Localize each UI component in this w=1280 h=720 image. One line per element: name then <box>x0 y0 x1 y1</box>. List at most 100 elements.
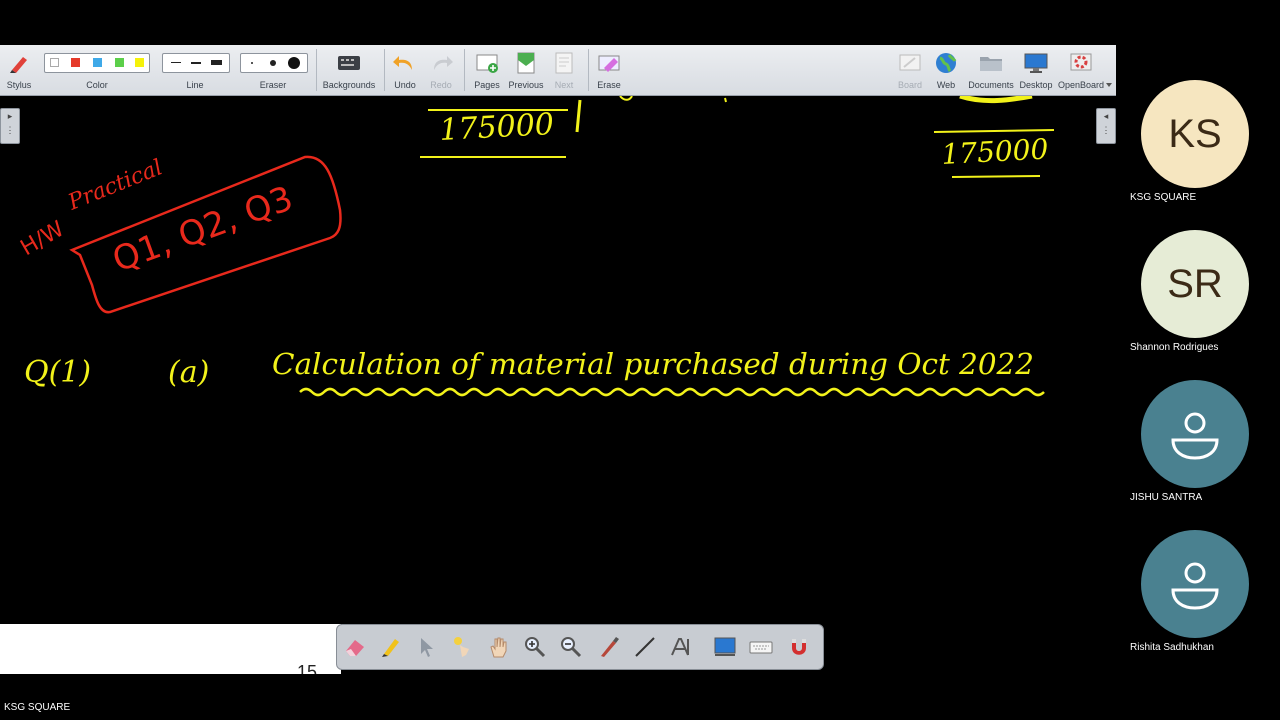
swatch-red[interactable] <box>71 58 80 67</box>
question-heading: Calculation of material purchased during… <box>272 347 1034 381</box>
avatar: KS <box>1141 80 1249 188</box>
participant-name: Rishita Sadhukhan <box>1130 642 1214 653</box>
swatch-green[interactable] <box>115 58 124 67</box>
previous-page-icon <box>517 52 535 74</box>
amount-left: 175000 <box>439 107 555 148</box>
zoom-in-icon[interactable] <box>523 635 547 659</box>
desktop-icon <box>1024 53 1048 73</box>
toolbar-divider <box>464 49 465 91</box>
swatch-yellow[interactable] <box>135 58 144 67</box>
openboard-menu-button[interactable]: OpenBoard <box>1056 45 1106 95</box>
pages-button[interactable]: Pages <box>470 45 504 95</box>
add-page-icon <box>476 54 498 73</box>
eraser-large[interactable] <box>288 57 300 69</box>
keyboard-icon[interactable] <box>749 635 773 659</box>
next-label: Next <box>554 80 574 90</box>
line-widths[interactable] <box>162 53 230 73</box>
desktop-button[interactable]: Desktop <box>1017 45 1055 95</box>
board-button[interactable]: Board <box>894 45 926 95</box>
swatch-white[interactable] <box>50 58 59 67</box>
keyboard-grid-icon <box>338 56 360 70</box>
eraser-small[interactable] <box>251 62 253 64</box>
swatch-blue[interactable] <box>93 58 102 67</box>
stylus-label: Stylus <box>6 80 32 90</box>
openboard-label: OpenBoard <box>1057 80 1105 90</box>
color-selector[interactable]: Color <box>42 45 152 95</box>
pen-icon[interactable] <box>379 635 403 659</box>
line-thin[interactable] <box>171 62 181 63</box>
homework-questions: Q1, Q2, Q3 <box>107 178 298 280</box>
gear-icon <box>1070 53 1092 71</box>
line-thick[interactable] <box>211 60 222 65</box>
color-swatches[interactable] <box>44 53 150 73</box>
tool-palette <box>336 624 824 670</box>
eraser-sizes[interactable] <box>240 53 308 73</box>
page-preview-panel <box>0 624 341 674</box>
eraser-icon[interactable] <box>343 635 367 659</box>
ink-stroke <box>619 96 633 101</box>
participant-tile[interactable]: Rishita Sadhukhan <box>1130 530 1270 660</box>
ink-stroke <box>724 97 727 103</box>
documents-label: Documents <box>968 80 1014 90</box>
person-icon <box>1171 412 1219 460</box>
next-page-icon <box>555 52 573 74</box>
toolbar-divider <box>384 49 385 91</box>
toolbar-divider <box>316 49 317 91</box>
backgrounds-label: Backgrounds <box>322 80 376 90</box>
erase-button[interactable]: Erase <box>592 45 626 95</box>
avatar: SR <box>1141 230 1249 338</box>
redo-icon <box>434 56 453 70</box>
laser-icon[interactable] <box>451 635 475 659</box>
participant-name: JISHU SANTRA <box>1130 492 1203 503</box>
participant-tile[interactable]: SR Shannon Rodrigues <box>1130 230 1270 360</box>
hand-icon[interactable] <box>487 635 511 659</box>
globe-icon <box>936 53 957 73</box>
board-toolbar: Stylus Color Line Eraser Backgrounds Und… <box>0 45 1116 96</box>
erase-label: Erase <box>597 80 621 90</box>
text-icon[interactable] <box>669 635 693 659</box>
line-label: Line <box>186 80 204 90</box>
participant-tile[interactable]: KS KSG SQUARE <box>1130 80 1270 210</box>
stylus-icon <box>10 57 27 73</box>
next-button[interactable]: Next <box>548 45 580 95</box>
redo-button[interactable]: Redo <box>426 45 456 95</box>
web-label: Web <box>936 80 956 90</box>
eraser-selector[interactable]: Eraser <box>238 45 308 95</box>
pointer-icon[interactable] <box>415 635 439 659</box>
avatar <box>1141 530 1249 638</box>
previous-button[interactable]: Previous <box>506 45 546 95</box>
whiteboard-canvas[interactable]: 175000 175000 H/W Practical Q1, Q2, Q3 Q… <box>0 96 1116 696</box>
zoom-out-icon[interactable] <box>559 635 583 659</box>
color-label: Color <box>86 80 108 90</box>
line-icon[interactable] <box>633 635 657 659</box>
question-number: Q(1) <box>24 355 91 390</box>
participant-tile[interactable]: JISHU SANTRA <box>1130 380 1270 510</box>
folder-icon <box>980 57 1002 71</box>
backgrounds-button[interactable]: Backgrounds <box>320 45 378 95</box>
line-medium[interactable] <box>191 62 201 64</box>
undo-label: Undo <box>394 80 416 90</box>
desktop-label: Desktop <box>1019 80 1053 90</box>
right-panel-toggle[interactable]: ◂ ⋮ <box>1096 108 1116 144</box>
presenter-name: KSG SQUARE <box>4 702 71 713</box>
undo-button[interactable]: Undo <box>390 45 420 95</box>
menu-dropdown-icon[interactable] <box>1106 83 1112 87</box>
wavy-underline <box>299 387 1045 397</box>
web-button[interactable]: Web <box>930 45 962 95</box>
capture-icon[interactable] <box>713 635 737 659</box>
left-panel-toggle[interactable]: ▸ ⋮ <box>0 108 20 144</box>
marker-icon[interactable] <box>597 635 621 659</box>
board-icon <box>899 54 921 71</box>
handwriting-layer: 175000 175000 H/W Practical Q1, Q2, Q3 Q… <box>17 96 1055 397</box>
undo-icon <box>393 56 412 70</box>
participant-name: Shannon Rodrigues <box>1130 342 1219 353</box>
ink-divider <box>575 99 582 133</box>
documents-button[interactable]: Documents <box>966 45 1016 95</box>
eraser-medium[interactable] <box>270 60 276 66</box>
amount-right: 175000 <box>941 132 1049 171</box>
magnet-icon[interactable] <box>787 635 811 659</box>
line-selector[interactable]: Line <box>160 45 230 95</box>
stylus-button[interactable]: Stylus <box>2 45 36 95</box>
page-number: 15 <box>297 662 318 674</box>
board-label: Board <box>897 80 923 90</box>
